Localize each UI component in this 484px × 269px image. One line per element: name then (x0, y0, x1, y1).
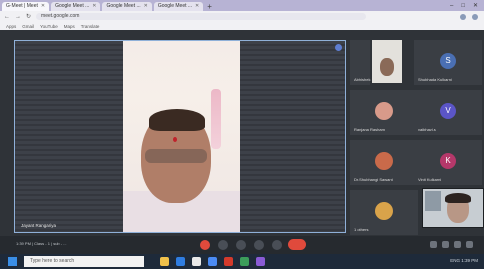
browser-tab-3[interactable]: Google Meet ... ✕ (102, 2, 152, 11)
mic-off-icon[interactable] (200, 240, 210, 250)
activities-icon[interactable] (466, 241, 473, 248)
participant-name: Dr.Shubhangi Sawant (354, 177, 393, 182)
browser-toolbar: ← → ↻ meet.google.com (0, 11, 484, 22)
present-icon[interactable] (254, 240, 264, 250)
participant-photo (375, 101, 393, 120)
participant-name: Abhishek (354, 77, 371, 82)
self-view-background (425, 191, 441, 211)
speaker-name: Jayant Rangariya (21, 223, 57, 228)
windows-taskbar: Type here to search ENG 1:39 PM (0, 254, 484, 269)
new-tab-button[interactable]: + (207, 2, 212, 11)
people-icon[interactable] (442, 241, 449, 248)
profile-icon[interactable] (472, 13, 478, 20)
tab-title: G·Meet | Meet (6, 3, 38, 9)
extension-icon[interactable] (460, 13, 466, 20)
search-placeholder: Type here to search (30, 258, 75, 264)
browser-tab-2[interactable]: Google Meet ... ✕ (51, 2, 101, 11)
camera-icon[interactable] (218, 240, 228, 250)
mic-indicator-icon (335, 44, 342, 51)
tab-title: Google Meet ... (55, 3, 90, 9)
app-icon[interactable] (240, 257, 249, 266)
participant-tile[interactable]: Ranjana Rasham (350, 90, 418, 135)
participant-name: vaibhavi.s (418, 127, 436, 132)
bookmark-item[interactable]: Gmail (22, 24, 34, 29)
browser-tab-meet[interactable]: G·Meet | Meet ✕ (2, 2, 50, 11)
bookmark-item[interactable]: YouTube (40, 24, 58, 29)
speaker-video (123, 41, 240, 232)
bookmark-item[interactable]: Apps (6, 24, 16, 29)
close-window-button[interactable]: ✕ (473, 2, 478, 11)
taskbar-search-box[interactable]: Type here to search (24, 256, 144, 267)
participant-name: Vinit Kulkarni (418, 177, 442, 182)
close-icon[interactable]: ✕ (41, 2, 45, 11)
wall-decoration (211, 89, 221, 149)
participant-tile-camera[interactable] (372, 40, 402, 83)
file-explorer-icon[interactable] (160, 257, 169, 266)
participant-tile[interactable]: Abhishek (350, 40, 370, 85)
chrome-icon[interactable] (208, 257, 217, 266)
participant-avatar: K (440, 152, 456, 169)
edge-icon[interactable] (176, 257, 185, 266)
window-controls: – □ ✕ (450, 2, 484, 11)
tab-title: Google Meet ... (157, 3, 193, 9)
participant-name: Shubhada Kulkarni (418, 77, 452, 82)
participant-tile[interactable]: S Shubhada Kulkarni (414, 40, 482, 85)
meeting-details: 1:39 PM | Class - 1 | sub - ... (16, 241, 67, 246)
bookmarks-bar: Apps Gmail YouTube Maps Translate (0, 22, 484, 30)
participant-tile[interactable]: 1 others (350, 190, 418, 235)
captions-icon[interactable] (236, 240, 246, 250)
self-view-tile[interactable] (422, 188, 484, 228)
toolbar-extensions (460, 13, 484, 20)
self-hair (445, 193, 471, 203)
leave-call-button[interactable] (288, 239, 306, 250)
speaker-tilak (173, 137, 177, 142)
meet-controls-bar: 1:39 PM | Class - 1 | sub - ... (0, 236, 484, 254)
tab-title: Google Meet ... (106, 3, 141, 9)
meet-stage: Jayant Rangariya Abhishek S Shubhada Kul… (0, 30, 484, 254)
close-icon[interactable]: ✕ (92, 2, 96, 11)
browser-tab-4[interactable]: Google Meet ... ✕ (153, 2, 204, 11)
address-bar[interactable]: meet.google.com (36, 13, 367, 20)
bookmark-item[interactable]: Maps (64, 24, 75, 29)
chat-icon[interactable] (454, 241, 461, 248)
minimize-button[interactable]: – (450, 2, 453, 11)
info-icon[interactable] (430, 241, 437, 248)
participant-avatar: V (440, 102, 456, 119)
reload-icon[interactable]: ↻ (26, 13, 31, 20)
close-icon[interactable]: ✕ (144, 2, 148, 11)
participant-photo (375, 151, 393, 170)
browser-tab-bar: G·Meet | Meet ✕ Google Meet ... ✕ Google… (0, 0, 484, 11)
close-icon[interactable]: ✕ (195, 2, 199, 11)
speaker-glasses (145, 149, 207, 163)
participant-photo (375, 201, 393, 220)
speaker-hair (149, 109, 205, 131)
system-tray-clock[interactable]: ENG 1:39 PM (450, 258, 478, 263)
back-icon[interactable]: ← (4, 14, 10, 20)
participant-name: 1 others (354, 227, 369, 232)
bookmark-item[interactable]: Translate (81, 24, 100, 29)
store-icon[interactable] (192, 257, 201, 266)
participant-avatar: S (440, 52, 456, 69)
participant-tile[interactable]: V vaibhavi.s (414, 90, 482, 135)
app-icon[interactable] (256, 257, 265, 266)
app-icon[interactable] (224, 257, 233, 266)
windows-start-icon[interactable] (8, 257, 17, 266)
participant-tile[interactable]: Dr.Shubhangi Sawant (350, 140, 418, 185)
participant-face (380, 58, 394, 76)
maximize-button[interactable]: □ (461, 2, 465, 11)
participant-tile[interactable]: K Vinit Kulkarni (414, 140, 482, 185)
more-options-icon[interactable] (272, 240, 282, 250)
forward-icon[interactable]: → (15, 14, 21, 20)
main-speaker-tile[interactable]: Jayant Rangariya (14, 40, 346, 233)
participant-name: Ranjana Rasham (354, 127, 385, 132)
